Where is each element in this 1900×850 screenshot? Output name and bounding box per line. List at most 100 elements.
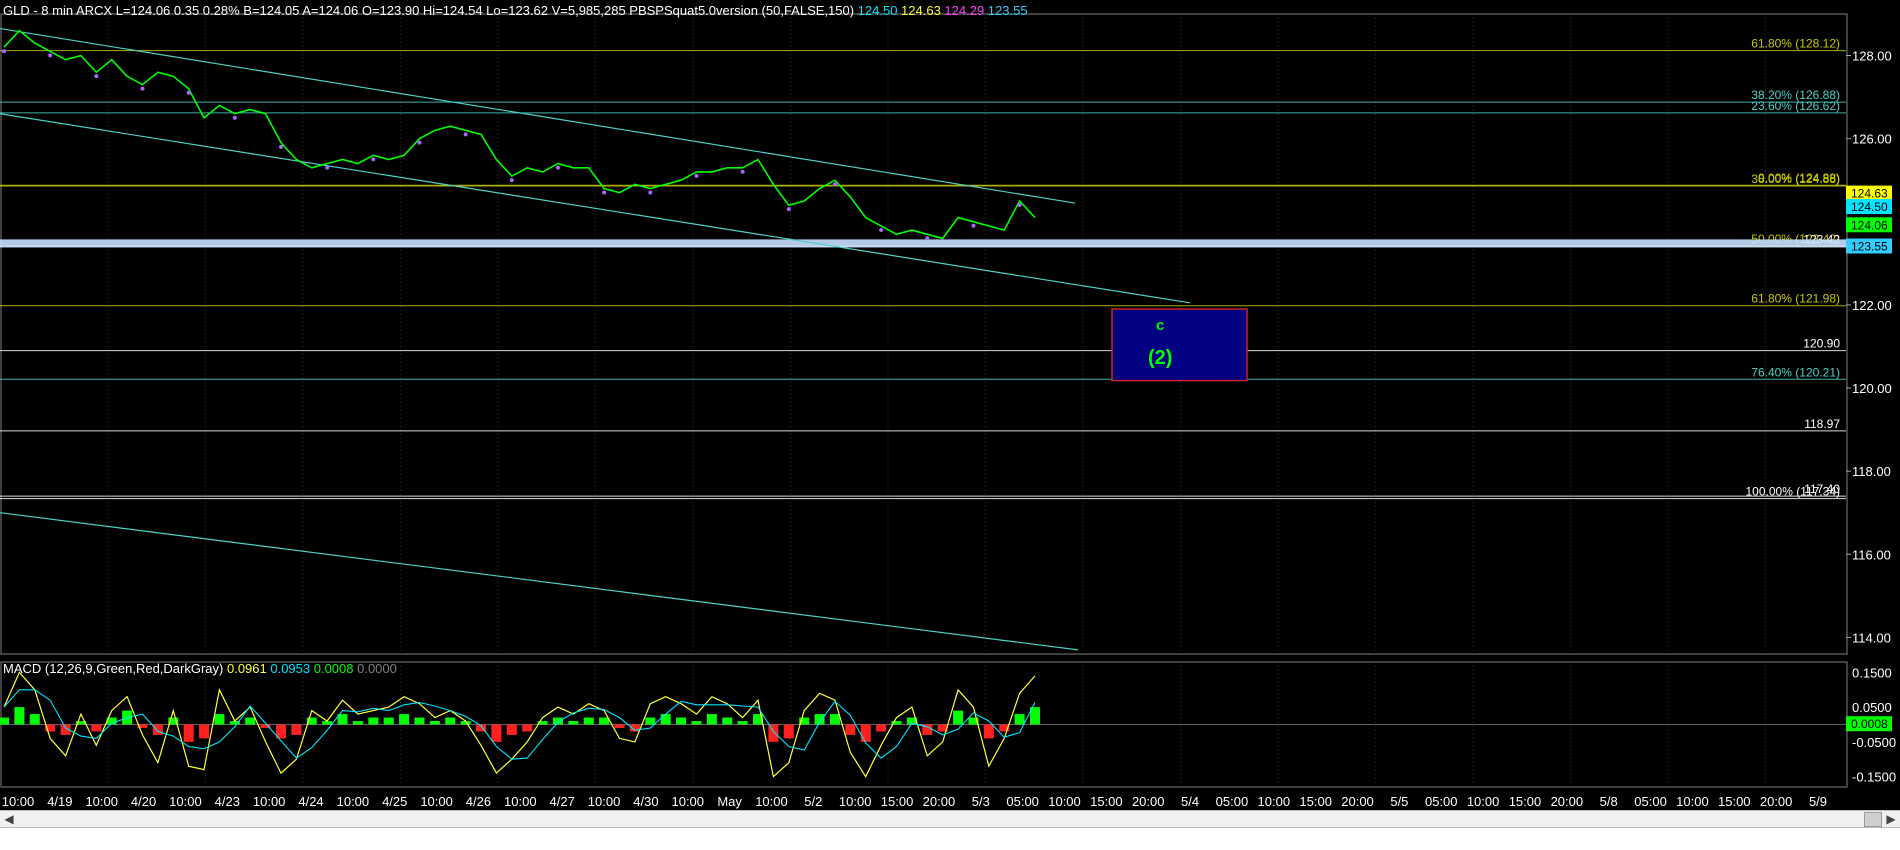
macd-histogram-bar bbox=[860, 724, 871, 742]
macd-histogram-bar bbox=[768, 724, 779, 742]
time-axis-label: 10:00 bbox=[337, 794, 370, 809]
macd-histogram-bar bbox=[14, 707, 25, 725]
time-axis-label: 5/8 bbox=[1600, 794, 1618, 809]
time-axis-label: 4/20 bbox=[131, 794, 156, 809]
macd-histogram-bar bbox=[29, 714, 40, 725]
price-axis-tick-label: 126.00 bbox=[1852, 132, 1892, 147]
header-part: 124.50 bbox=[854, 3, 897, 18]
price-marker-dot bbox=[140, 86, 145, 91]
time-axis-label: 10:00 bbox=[504, 794, 537, 809]
macd-histogram-bar bbox=[214, 714, 225, 725]
support-band bbox=[0, 239, 1846, 248]
fib-level-label: 23.60% (126.62) bbox=[1751, 99, 1840, 113]
time-axis-label: 4/24 bbox=[298, 794, 323, 809]
macd-histogram-bar bbox=[383, 717, 394, 725]
price-marker-dot bbox=[832, 182, 837, 187]
macd-histogram-bar bbox=[1014, 714, 1025, 725]
scroll-right-arrow-icon[interactable]: ▶ bbox=[1882, 811, 1900, 827]
time-axis-label: 5/3 bbox=[972, 794, 990, 809]
macd-histogram-bar bbox=[291, 724, 302, 735]
macd-histogram-bar bbox=[737, 721, 748, 725]
time-axis-label: May bbox=[717, 794, 742, 809]
time-axis-label: 15:00 bbox=[1299, 794, 1332, 809]
price-marker-dot bbox=[48, 53, 53, 58]
macd-histogram-bar bbox=[183, 724, 194, 742]
price-marker-dot bbox=[325, 165, 330, 170]
price-axis-tick-label: 120.00 bbox=[1852, 381, 1892, 396]
macd-header-part: 0.0000 bbox=[353, 661, 396, 676]
price-marker-dot bbox=[925, 236, 930, 241]
macd-histogram-bar bbox=[614, 724, 625, 728]
macd-header-text: MACD (12,26,9,Green,Red,DarkGray) 0.0961… bbox=[3, 661, 397, 676]
macd-axis-tick-label: -0.1500 bbox=[1852, 770, 1896, 785]
price-axis-tick-label: 118.00 bbox=[1852, 464, 1891, 479]
fib-level-label: 76.40% (120.21) bbox=[1751, 365, 1840, 379]
time-axis-label: 5/9 bbox=[1809, 794, 1827, 809]
macd-histogram-bar bbox=[845, 724, 856, 735]
time-axis-label: 20:00 bbox=[923, 794, 956, 809]
macd-histogram-bar bbox=[199, 724, 210, 739]
time-axis-label: 4/23 bbox=[215, 794, 240, 809]
time-axis-label: 10:00 bbox=[1048, 794, 1081, 809]
macd-histogram-bar bbox=[491, 724, 502, 742]
price-axis-tick-label: 114.00 bbox=[1852, 630, 1891, 645]
time-axis-label: 20:00 bbox=[1132, 794, 1165, 809]
horizontal-scrollbar[interactable]: ◀ ▶ bbox=[0, 810, 1900, 828]
price-marker-dot bbox=[232, 115, 237, 120]
price-marker-dot bbox=[2, 49, 6, 54]
macd-histogram-bar bbox=[368, 717, 379, 725]
price-marker-dot bbox=[879, 227, 884, 232]
price-chart[interactable]: 128.00126.00124.00122.00120.00118.00116.… bbox=[0, 0, 1900, 810]
macd-histogram-bar bbox=[0, 717, 9, 725]
target-zone-box bbox=[1111, 308, 1248, 382]
header-part: 124.29 bbox=[941, 3, 984, 18]
macd-histogram-bar bbox=[722, 717, 733, 725]
macd-axis-tick-label: 0.0500 bbox=[1852, 700, 1892, 715]
macd-histogram-bar bbox=[676, 717, 687, 725]
price-marker-dot bbox=[555, 165, 560, 170]
price-marker-dot bbox=[786, 207, 791, 212]
time-axis-label: 4/25 bbox=[382, 794, 407, 809]
time-axis-label: 05:00 bbox=[1006, 794, 1039, 809]
scrollbar-thumb[interactable] bbox=[1864, 812, 1882, 827]
time-axis-label: 5/4 bbox=[1181, 794, 1199, 809]
wave-label-2: (2) bbox=[1148, 347, 1172, 369]
fib-level-label: 61.80% (128.12) bbox=[1751, 37, 1840, 51]
time-axis-label: 4/19 bbox=[47, 794, 72, 809]
price-tag-label: 124.06 bbox=[1851, 218, 1888, 232]
price-marker-dot bbox=[648, 190, 653, 195]
time-axis-label: 10:00 bbox=[755, 794, 788, 809]
price-series-line bbox=[3, 29, 1036, 240]
macd-histogram-bar bbox=[445, 717, 456, 725]
price-marker-dot bbox=[602, 190, 607, 195]
time-axis-label: 20:00 bbox=[1760, 794, 1793, 809]
time-axis-label: 10:00 bbox=[1467, 794, 1500, 809]
fib-level-label: 61.80% (121.98) bbox=[1751, 292, 1840, 306]
price-marker-dot bbox=[509, 178, 514, 183]
header-part: GLD - 8 min ARCX L=124.06 0.35 0.28% bbox=[3, 3, 240, 18]
macd-histogram-bar bbox=[691, 721, 702, 725]
time-axis-label: 15:00 bbox=[1509, 794, 1542, 809]
price-marker-dot bbox=[417, 140, 422, 145]
footer-bar bbox=[0, 828, 1900, 850]
macd-histogram-bar bbox=[660, 714, 671, 725]
price-marker-dot bbox=[694, 173, 699, 178]
time-axis-label: 10:00 bbox=[169, 794, 202, 809]
time-axis-label: 15:00 bbox=[1718, 794, 1751, 809]
macd-header-part: 0.0008 bbox=[310, 661, 353, 676]
fib-level-label: 117.40 bbox=[1804, 482, 1840, 496]
macd-axis-tick-label: 0.1500 bbox=[1852, 665, 1892, 680]
time-axis-label: 5/5 bbox=[1390, 794, 1408, 809]
macd-histogram-bar bbox=[352, 721, 363, 725]
macd-histogram-bar bbox=[568, 721, 579, 725]
time-axis-label: 05:00 bbox=[1634, 794, 1667, 809]
macd-histogram-bar bbox=[876, 724, 887, 732]
time-axis-label: 4/30 bbox=[633, 794, 658, 809]
macd-histogram-bar bbox=[953, 710, 964, 725]
macd-header-part: 0.0961 bbox=[223, 661, 266, 676]
scroll-left-arrow-icon[interactable]: ◀ bbox=[0, 811, 18, 827]
tradestation-chart-window: 128.00126.00124.00122.00120.00118.00116.… bbox=[0, 0, 1900, 850]
time-axis-label: 10:00 bbox=[588, 794, 621, 809]
price-marker-dot bbox=[94, 74, 99, 79]
macd-histogram-bar bbox=[983, 724, 994, 739]
